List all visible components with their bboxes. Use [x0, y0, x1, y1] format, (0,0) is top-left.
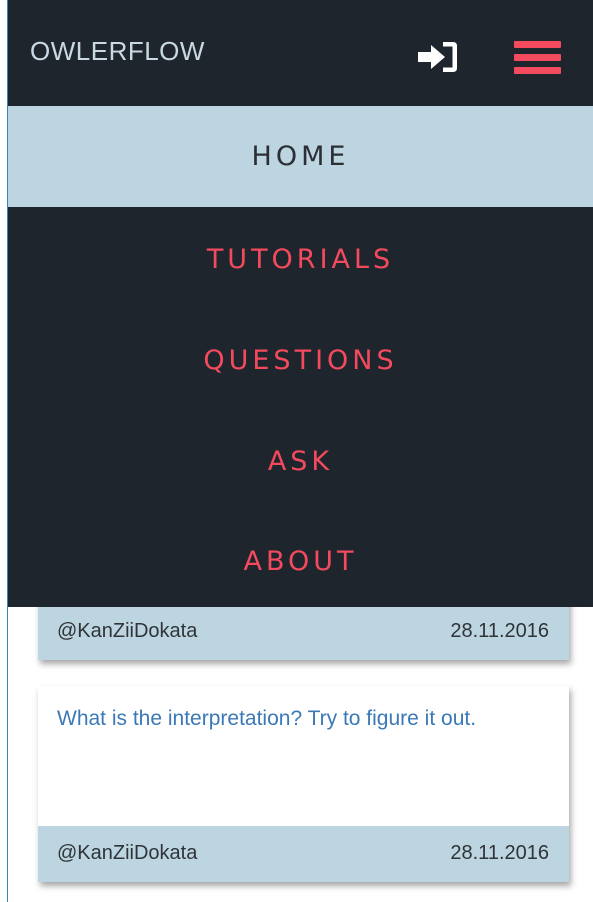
nav-item-label: ABOUT: [243, 546, 358, 577]
nav-menu-dropdown: HOME TUTORIALS QUESTIONS ASK ABOUT: [8, 106, 593, 607]
brand-logo-text[interactable]: OWLERFLOW: [30, 36, 205, 67]
nav-item-label: TUTORIALS: [206, 244, 395, 275]
post-card-footer: @KanZiiDokata 28.11.2016: [38, 826, 569, 882]
top-navbar: OWLERFLOW: [8, 0, 593, 106]
post-card: What is the interpretation? Try to figur…: [38, 686, 569, 882]
sign-in-icon[interactable]: [416, 39, 460, 75]
nav-item-ask[interactable]: ASK: [8, 411, 593, 512]
post-title-link[interactable]: What is the interpretation? Try to figur…: [57, 703, 477, 734]
sign-in-icon-graphic: [418, 42, 457, 72]
nav-item-tutorials[interactable]: TUTORIALS: [8, 209, 593, 310]
nav-item-home[interactable]: HOME: [8, 106, 593, 207]
post-date: 28.11.2016: [450, 620, 549, 642]
hamburger-menu-icon[interactable]: [514, 41, 561, 74]
nav-item-label: QUESTIONS: [203, 345, 398, 376]
nav-item-about[interactable]: ABOUT: [8, 511, 593, 612]
page: @KanZiiDokata 28.11.2016 What is the int…: [0, 0, 593, 902]
nav-item-label: HOME: [251, 141, 350, 172]
post-author-link[interactable]: @KanZiiDokata: [57, 842, 197, 865]
post-author-link[interactable]: @KanZiiDokata: [57, 620, 197, 643]
nav-item-label: ASK: [267, 446, 334, 477]
nav-item-questions[interactable]: QUESTIONS: [8, 310, 593, 411]
post-card-footer: @KanZiiDokata 28.11.2016: [38, 604, 569, 660]
post-date: 28.11.2016: [450, 842, 549, 864]
